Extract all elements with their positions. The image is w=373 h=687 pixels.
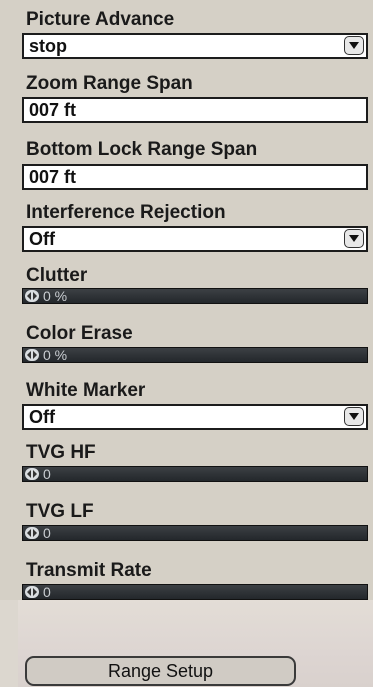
clutter-value: 0 % [43, 288, 68, 304]
zoom-range-span-input[interactable]: 007 ft [22, 97, 368, 123]
clutter-label: Clutter [26, 265, 88, 286]
slider-knob-icon[interactable] [25, 586, 39, 598]
tvg-lf-label: TVG LF [26, 501, 94, 522]
interference-rejection-value: Off [29, 229, 55, 249]
slider-knob-icon[interactable] [25, 349, 39, 361]
chevron-down-icon[interactable] [344, 229, 364, 248]
slider-knob-icon[interactable] [25, 527, 39, 539]
slider-knob-icon[interactable] [25, 468, 39, 480]
interference-rejection-select[interactable]: Off [22, 226, 368, 252]
zoom-range-span-label: Zoom Range Span [26, 73, 193, 94]
white-marker-select[interactable]: Off [22, 404, 368, 430]
color-erase-slider[interactable]: 0 % [22, 347, 368, 363]
interference-rejection-label: Interference Rejection [26, 202, 226, 223]
white-marker-label: White Marker [26, 380, 146, 401]
tvg-hf-value: 0 [43, 466, 51, 482]
clutter-slider[interactable]: 0 % [22, 288, 368, 304]
tvg-hf-slider[interactable]: 0 [22, 466, 368, 482]
transmit-rate-value: 0 [43, 584, 51, 600]
color-erase-label: Color Erase [26, 323, 133, 344]
chevron-down-icon[interactable] [344, 407, 364, 426]
bottom-lock-range-span-value: 007 ft [29, 167, 77, 187]
tvg-lf-value: 0 [43, 525, 51, 541]
slider-knob-icon[interactable] [25, 290, 39, 302]
transmit-rate-slider[interactable]: 0 [22, 584, 368, 600]
tvg-lf-slider[interactable]: 0 [22, 525, 368, 541]
picture-advance-label: Picture Advance [26, 9, 175, 30]
white-marker-value: Off [29, 407, 55, 427]
bottom-lock-range-span-label: Bottom Lock Range Span [26, 139, 258, 160]
picture-advance-select[interactable]: stop [22, 33, 368, 59]
bottom-lock-range-span-input[interactable]: 007 ft [22, 164, 368, 190]
color-erase-value: 0 % [43, 347, 68, 363]
tvg-hf-label: TVG HF [26, 442, 96, 463]
chevron-down-icon[interactable] [344, 36, 364, 55]
transmit-rate-label: Transmit Rate [26, 560, 152, 581]
zoom-range-span-value: 007 ft [29, 100, 77, 120]
picture-advance-value: stop [29, 36, 67, 56]
range-setup-button[interactable]: Range Setup [25, 656, 296, 686]
